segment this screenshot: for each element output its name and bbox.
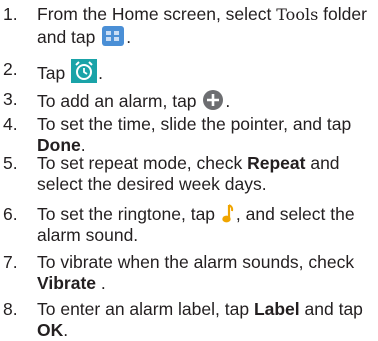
- ui-term: Done: [37, 135, 81, 155]
- ui-term: Repeat: [247, 153, 306, 173]
- step-text-segment: .: [96, 273, 106, 293]
- step-text-segment: .: [98, 63, 103, 83]
- step-text-segment: To set the ringtone, tap: [37, 204, 220, 224]
- step-text: To set the time, slide the pointer, and …: [37, 114, 375, 156]
- step-text-segment: To set the time, slide the pointer, and …: [37, 114, 352, 134]
- step-text-segment: To enter an alarm label, tap: [37, 299, 254, 319]
- step-text-segment: To set repeat mode, check: [37, 153, 248, 173]
- step-text-segment: To add an alarm, tap: [37, 91, 202, 111]
- step-text-segment: and tap: [299, 299, 363, 319]
- step-text: From the Home screen, select Tools folde…: [37, 4, 375, 48]
- step-text: To enter an alarm label, tap Label and t…: [37, 299, 375, 341]
- step-text-segment: To vibrate when the alarm sounds, check: [37, 252, 355, 272]
- step-number: 8.: [3, 299, 18, 319]
- ui-term: Label: [253, 299, 300, 319]
- step-text-segment: .: [63, 320, 69, 340]
- step-number: 3.: [3, 89, 18, 109]
- step-number: 1.: [3, 4, 18, 24]
- step-number: 2.: [3, 59, 18, 79]
- step-text-segment: From the Home screen, select: [37, 4, 277, 24]
- step-number: 6.: [3, 204, 18, 224]
- step-number: 7.: [3, 252, 18, 272]
- step-text: To add an alarm, tap .: [37, 89, 375, 112]
- step-text-segment: .: [225, 91, 231, 111]
- step-text-segment: .: [80, 135, 86, 155]
- step-text: To set repeat mode, check Repeat and sel…: [37, 153, 375, 195]
- tools-folder-icon: [101, 25, 125, 47]
- music-note-icon: [221, 204, 235, 224]
- step-number: 5.: [3, 153, 18, 173]
- step-text: Tap .: [37, 59, 375, 84]
- add-icon: [202, 89, 224, 111]
- step-text-segment: .: [126, 27, 132, 47]
- folder-name: Tools: [276, 5, 319, 24]
- step-text: To vibrate when the alarm sounds, check …: [37, 252, 375, 294]
- step-number: 4.: [3, 114, 18, 134]
- ui-term: Vibrate: [37, 273, 97, 293]
- step-text-segment: Tap: [37, 63, 71, 83]
- step-text: To set the ringtone, tap , and select th…: [37, 204, 375, 246]
- ui-term: OK: [37, 320, 64, 340]
- alarm-clock-icon: [71, 59, 98, 83]
